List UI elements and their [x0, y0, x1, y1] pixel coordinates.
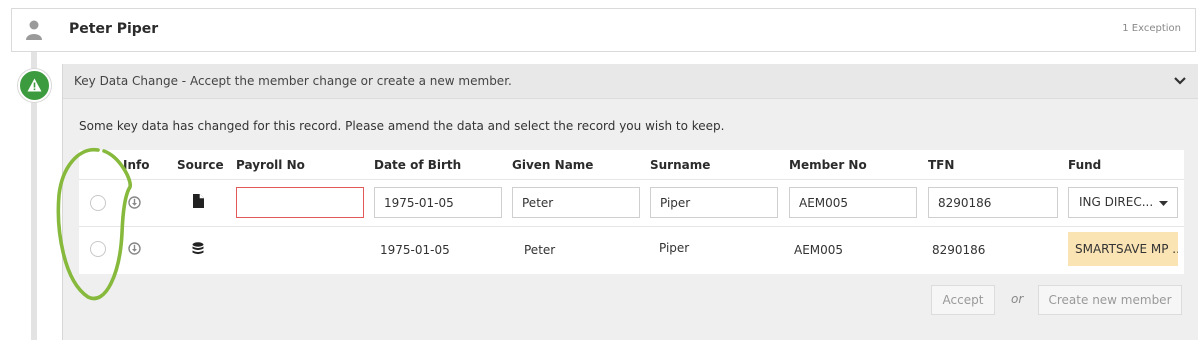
or-separator: or	[1011, 292, 1024, 306]
surname-input[interactable]	[650, 187, 778, 218]
column-header-member-no: Member No	[789, 158, 867, 172]
given-name-input[interactable]	[512, 187, 640, 218]
select-record-radio-2[interactable]	[90, 241, 106, 257]
panel-header[interactable]: Key Data Change - Accept the member chan…	[63, 64, 1198, 99]
exception-panel: Key Data Change - Accept the member chan…	[62, 64, 1198, 340]
header-divider	[79, 179, 1184, 180]
info-icon[interactable]	[128, 196, 141, 209]
accept-button[interactable]: Accept	[931, 285, 995, 315]
column-header-payroll-no: Payroll No	[236, 158, 305, 172]
warning-icon	[27, 78, 42, 92]
column-header-fund: Fund	[1068, 158, 1102, 172]
column-header-given-name: Given Name	[512, 158, 594, 172]
row-divider	[79, 226, 1184, 227]
exception-count: 1 Exception	[1122, 23, 1181, 34]
create-new-member-button[interactable]: Create new member	[1038, 285, 1182, 315]
caret-down-icon	[1159, 201, 1168, 206]
chevron-down-icon[interactable]	[1174, 77, 1186, 85]
warning-badge	[18, 69, 51, 102]
instructions-text: Some key data has changed for this recor…	[79, 119, 725, 133]
member-no-value: AEM005	[794, 243, 844, 257]
date-of-birth-input[interactable]	[374, 187, 502, 218]
records-table: Info Source Payroll No Date of Birth Giv…	[79, 150, 1184, 274]
given-name-value: Peter	[524, 243, 556, 257]
column-header-source: Source	[177, 158, 224, 172]
column-header-info: Info	[123, 158, 150, 172]
member-no-input[interactable]	[789, 187, 917, 218]
member-name: Peter Piper	[69, 21, 159, 37]
payroll-no-input[interactable]	[236, 187, 364, 218]
column-header-tfn: TFN	[928, 158, 955, 172]
fund-select-value: ING DIREC...	[1079, 195, 1154, 209]
database-icon	[192, 242, 204, 255]
tfn-value: 8290186	[932, 243, 986, 257]
select-record-radio-1[interactable]	[90, 195, 106, 211]
person-icon	[26, 20, 42, 40]
column-header-surname: Surname	[650, 158, 711, 172]
column-header-date-of-birth: Date of Birth	[374, 158, 462, 172]
info-icon[interactable]	[128, 242, 141, 255]
fund-select[interactable]: ING DIREC...	[1068, 187, 1178, 218]
panel-title: Key Data Change - Accept the member chan…	[74, 74, 512, 88]
document-icon	[193, 194, 204, 208]
date-of-birth-value: 1975-01-05	[380, 243, 450, 257]
tfn-input[interactable]	[928, 187, 1058, 218]
fund-value-changed: SMARTSAVE MP ...	[1068, 232, 1178, 266]
member-header[interactable]: Peter Piper 1 Exception	[11, 8, 1196, 52]
surname-value: Piper	[659, 241, 690, 255]
